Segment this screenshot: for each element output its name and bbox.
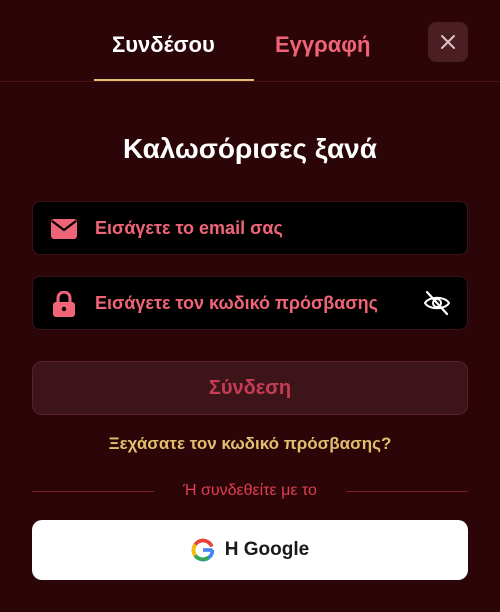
password-input[interactable] — [95, 277, 415, 329]
google-login-button[interactable]: Η Google — [32, 520, 468, 580]
tab-register[interactable]: Εγγραφή — [275, 32, 370, 58]
divider-text: Ή συνδεθείτε με το — [183, 482, 317, 499]
envelope-icon — [51, 217, 77, 241]
page-title: Καλωσόρισες ξανά — [123, 133, 377, 164]
divider-right — [346, 491, 468, 492]
login-modal: Συνδέσου Εγγραφή Καλωσόρισες ξανά Εισάγε… — [0, 0, 500, 612]
tab-login[interactable]: Συνδέσου — [112, 32, 215, 58]
divider-left — [32, 491, 154, 492]
close-icon — [441, 35, 455, 49]
forgot-password-link[interactable]: Ξεχάσατε τον κωδικό πρόσβασης? — [0, 434, 500, 454]
google-button-label: Η Google — [224, 539, 310, 560]
close-button[interactable] — [428, 22, 468, 62]
google-icon — [191, 538, 215, 562]
lock-icon — [51, 291, 77, 317]
email-input[interactable] — [95, 202, 415, 254]
eye-slash-icon[interactable] — [423, 290, 451, 316]
active-tab-indicator — [94, 79, 254, 81]
auth-tabs: Συνδέσου Εγγραφή — [0, 0, 500, 82]
email-field — [32, 201, 468, 255]
login-submit-button[interactable]: Σύνδεση — [32, 361, 468, 415]
password-field — [32, 276, 468, 330]
